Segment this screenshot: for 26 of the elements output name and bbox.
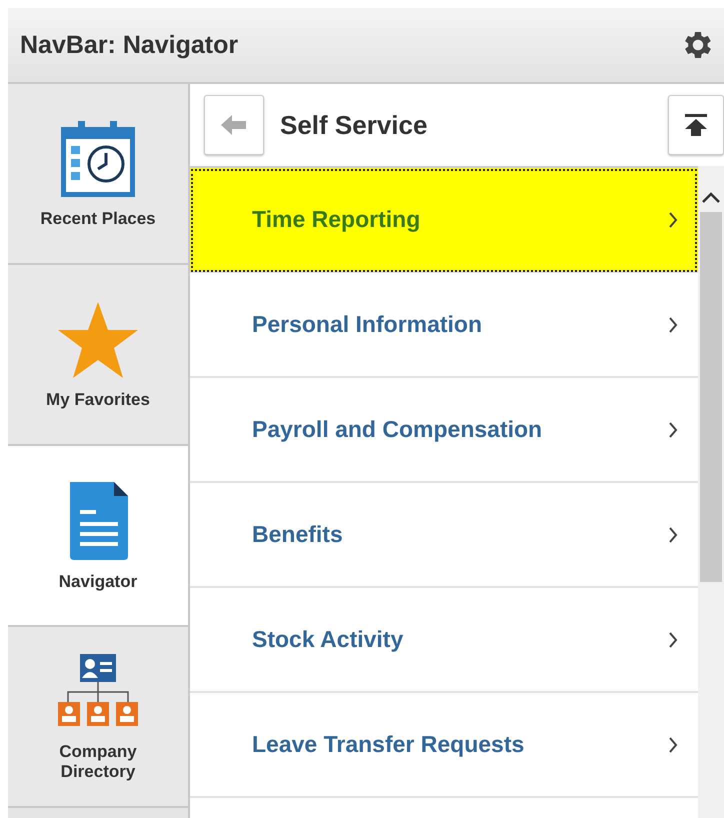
menu-item-label: Personal Information [252,311,482,338]
chevron-icon [668,526,678,544]
scroll-to-top-button[interactable] [668,95,724,155]
panel-title: Self Service [280,110,428,140]
menu-item[interactable]: Time Reporting [190,168,698,273]
menu-item-label: Payroll and Compensation [252,416,542,443]
menu-item-label: Time Reporting [252,206,420,233]
tile-label: My Favorites [46,390,150,410]
chevron-icon [668,316,678,334]
chevron-icon [668,210,678,228]
window-title: NavBar: Navigator [20,30,238,60]
left-arrow-icon [219,113,249,137]
chevron-icon [668,736,678,754]
sidebar-tile[interactable]: Navigator [8,446,188,627]
calendar-clock-icon [58,118,138,198]
menu-item-label: Leave Transfer Requests [252,731,524,758]
chevron-icon [668,420,678,438]
scrollbar[interactable] [698,166,724,818]
arrow-to-top-icon [683,112,709,138]
chevron-icon [668,630,678,648]
menu-item-label: Benefits [252,521,343,548]
tile-label: Recent Places [40,208,156,228]
tile-label: Navigator [58,572,138,592]
tile-label: Company Directory [58,742,138,782]
menu-item-label: Stock Activity [252,626,404,653]
star-icon [56,300,140,380]
